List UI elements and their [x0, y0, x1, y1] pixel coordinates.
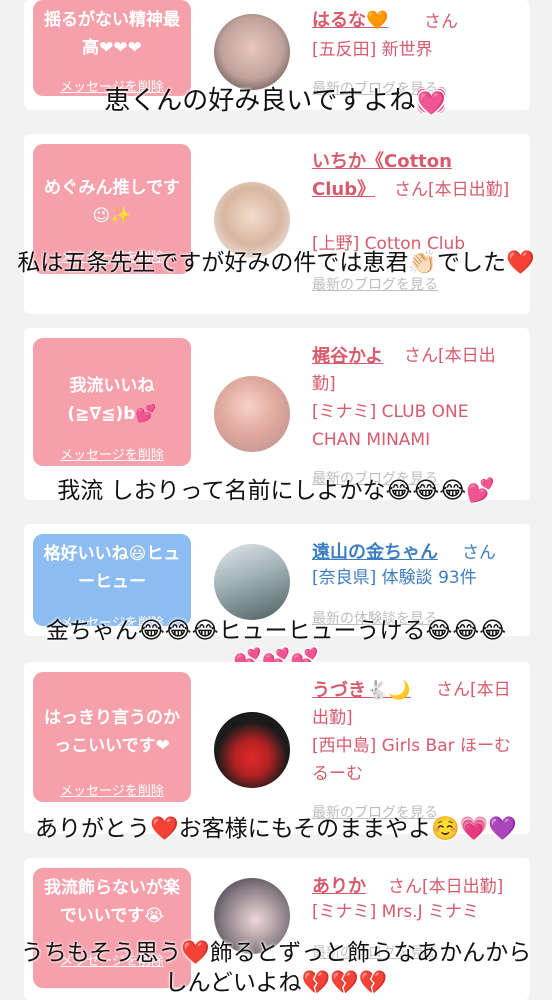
avatar[interactable]	[214, 712, 290, 788]
user-name-link[interactable]: ありか	[312, 872, 366, 898]
user-name-emoji: 🧡	[366, 10, 389, 31]
message-bubble: はっきり言うのかっこいいです❤ メッセージを削除	[33, 672, 191, 802]
message-card: 我流いいね(≧∇≦)b💕 メッセージを削除 梶谷かよ さん[本日出勤] [ミナミ…	[24, 328, 530, 500]
user-suffix: さん	[462, 543, 496, 563]
caption-text: 私は五条先生ですが好みの件では恵君👏🏻でした❤️	[17, 250, 535, 276]
user-name-link[interactable]: 遠山の金ちゃん	[312, 538, 438, 564]
user-suffix: さん	[424, 12, 458, 32]
user-name: はるな	[312, 10, 366, 31]
message-text: はっきり言うのかっこいいです❤	[44, 708, 180, 756]
message-text: めぐみん推しです😉✨	[44, 178, 180, 226]
message-card: はっきり言うのかっこいいです❤ メッセージを削除 うづき🐇🌙 さん[本日出勤] …	[24, 662, 530, 834]
user-suffix: さん[本日出勤]	[312, 680, 511, 728]
delete-message-link[interactable]: メッセージを削除	[33, 778, 191, 806]
shop-info[interactable]: [ミナミ] Mrs.J ミナミ	[312, 898, 479, 926]
message-bubble: 格好いいね😃ヒューヒュー メッセージを削除	[33, 534, 191, 631]
caption-text: 恵くんの好み良いですよね💓	[104, 86, 448, 116]
message-bubble: 我流いいね(≧∇≦)b💕 メッセージを削除	[33, 338, 191, 466]
avatar[interactable]	[214, 14, 290, 90]
message-text: 我流いいね(≧∇≦)b💕	[67, 376, 157, 424]
shop-info[interactable]: [西中島] Girls Bar ほーむるーむ	[312, 732, 522, 788]
message-card: めぐみん推しです😉✨ メッセージを削除 いちか《Cotton Club》 さん[…	[24, 134, 530, 314]
avatar[interactable]	[214, 182, 290, 258]
message-text: 揺るがない精神最高❤❤❤	[44, 10, 180, 58]
shop-info[interactable]: [奈良県] 体験談 93件	[312, 564, 477, 592]
shop-info[interactable]: [ミナミ] CLUB ONE CHAN MINAMI	[312, 398, 512, 454]
caption-text: ありがとう❤️お客様にもそのままやよ☺️💗💜	[34, 816, 518, 842]
delete-message-link[interactable]: メッセージを削除	[33, 442, 191, 470]
message-text: 格好いいね😃ヒューヒュー	[43, 544, 181, 592]
user-name-link[interactable]: はるな🧡	[312, 6, 388, 32]
message-text: 我流飾らないが楽でいいです😭	[44, 878, 180, 926]
user-suffix: さん[本日出勤]	[394, 180, 510, 200]
avatar[interactable]	[214, 376, 290, 452]
avatar[interactable]	[214, 544, 290, 620]
shop-info[interactable]: [五反田] 新世界	[312, 36, 433, 64]
caption-text: 我流 しおりって名前にしよかな😂😂😂💕	[57, 478, 495, 504]
user-suffix: さん[本日出勤]	[312, 346, 496, 394]
caption-text: うちもそう思う❤️飾るとずっと飾らなあかんからしんどいよね💔💔💔	[20, 940, 532, 996]
user-suffix: さん[本日出勤]	[388, 877, 504, 897]
message-bubble: 揺るがない精神最高❤❤❤ メッセージを削除	[33, 0, 191, 96]
